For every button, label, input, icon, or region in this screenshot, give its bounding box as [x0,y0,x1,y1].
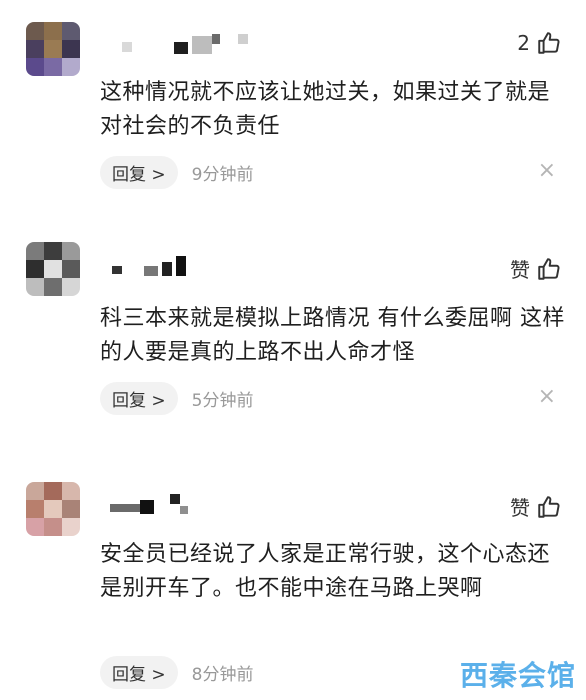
like-button[interactable]: 赞 [510,492,562,521]
reply-button[interactable]: 回复 > [100,156,178,189]
reply-button[interactable]: 回复 > [100,656,178,689]
comment-meta: 回复 > 8分钟前 [100,656,253,689]
reply-label: 回复 > [112,391,166,411]
comment-time: 9分钟前 [191,165,254,185]
comment-text: 科三本来就是模拟上路情况 有什么委屈啊 这样的人要是真的上路不出人命才怪 [100,306,565,365]
comment-text: 这种情况就不应该让她过关，如果过关了就是对社会的不负责任 [100,80,551,139]
avatar[interactable] [26,22,80,76]
avatar[interactable] [26,242,80,296]
close-icon[interactable]: × [538,158,556,183]
watermark-logo: 西秦会馆 [459,659,576,692]
like-button[interactable]: 2 [517,30,562,56]
like-button[interactable]: 赞 [510,254,562,283]
reply-label: 回复 > [112,665,166,685]
like-count: 2 [517,31,530,55]
thumbs-up-icon [538,495,560,518]
reply-label: 回复 > [112,165,166,185]
comment-meta: 回复 > 5分钟前 [100,382,253,415]
close-icon[interactable]: × [538,384,556,409]
comment-meta: 回复 > 9分钟前 [100,156,253,189]
username-blurred[interactable] [108,494,198,514]
like-label: 赞 [510,496,530,520]
username-blurred[interactable] [108,256,198,276]
thumbs-up-icon [538,257,560,280]
comment-text: 安全员已经说了人家是正常行驶，这个心态还是别开车了。也不能中途在马路上哭啊 [100,542,551,601]
avatar[interactable] [26,482,80,536]
like-label: 赞 [510,258,530,282]
comment-time: 8分钟前 [191,665,254,685]
thumbs-up-icon [538,32,560,54]
username-blurred[interactable] [108,34,248,54]
reply-button[interactable]: 回复 > [100,382,178,415]
comment-time: 5分钟前 [191,391,254,411]
